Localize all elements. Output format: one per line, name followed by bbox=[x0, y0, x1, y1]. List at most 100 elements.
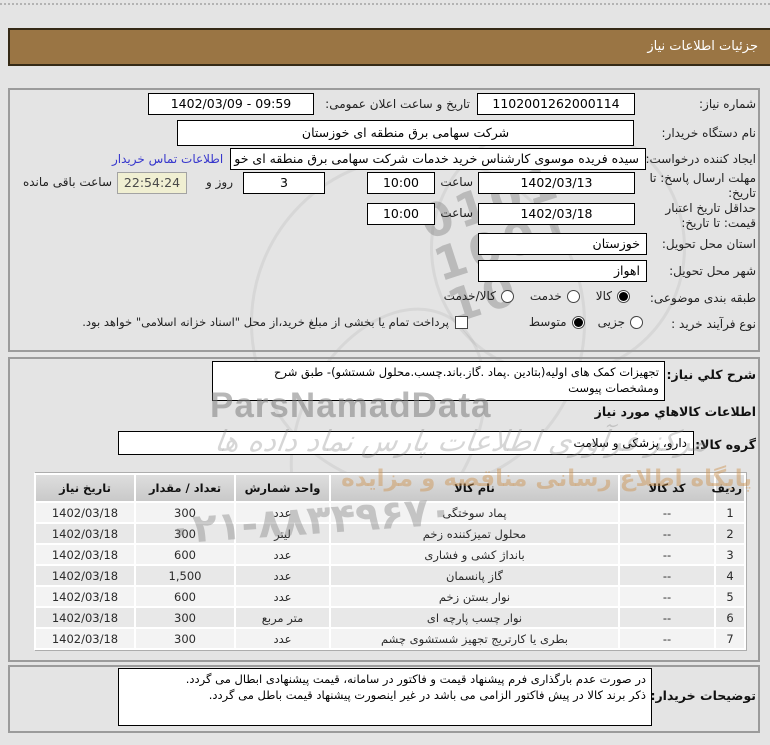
buyer-note-line: ذکر برند کالا در پیش فاکتور الزامی می با… bbox=[208, 688, 646, 702]
radio-option-medium[interactable]: متوسط bbox=[529, 315, 585, 329]
col-header-item-name: نام کالا bbox=[329, 473, 620, 503]
buyer-note-line: در صورت عدم بارگذاری فرم پیشنهاد قیمت و … bbox=[185, 672, 646, 686]
cell-name: نوار چسب پارچه ای bbox=[329, 606, 620, 629]
subject-classification-options: کالا خدمت کالا/خدمت bbox=[444, 289, 630, 303]
cell-name: نوار بستن زخم bbox=[329, 585, 620, 608]
radio-service-label: خدمت bbox=[529, 289, 562, 303]
page-top-divider bbox=[0, 3, 770, 5]
cell-date: 1402/03/18 bbox=[34, 627, 136, 650]
requester-field[interactable]: سیده فریده موسوی کارشناس خرید خدمات شرکت… bbox=[230, 148, 646, 170]
cell-code: -- bbox=[618, 585, 716, 608]
remaining-time-box: 22:54:24 bbox=[117, 172, 187, 194]
cell-qty: 300 bbox=[134, 522, 236, 545]
goods-table-header-row: ردیف کد کالا نام کالا واحد شمارش تعداد /… bbox=[34, 473, 746, 503]
cell-name: بطری یا کارتریج تجهیز شستشوی چشم bbox=[329, 627, 620, 650]
table-row: 1 -- پماد سوختگی عدد 300 1402/03/18 bbox=[34, 501, 746, 524]
cell-row: 7 bbox=[714, 627, 746, 650]
radio-service-icon[interactable] bbox=[566, 289, 580, 303]
treasury-checkbox-label: پرداخت تمام یا بخشی از مبلغ خرید،از محل … bbox=[82, 315, 449, 329]
cell-date: 1402/03/18 bbox=[34, 564, 136, 587]
cell-unit: لیتر bbox=[234, 522, 331, 545]
radio-goods-icon[interactable] bbox=[617, 289, 630, 303]
buyer-notes-label: توضیحات خریدار: bbox=[650, 688, 756, 703]
cell-code: -- bbox=[618, 522, 716, 545]
cell-qty: 600 bbox=[134, 543, 236, 566]
cell-qty: 600 bbox=[134, 585, 236, 608]
delivery-city-field[interactable]: اهواز bbox=[478, 260, 647, 282]
remaining-days-field[interactable]: 3 bbox=[243, 172, 325, 194]
buyer-org-label: نام دستگاه خریدار: bbox=[661, 126, 757, 140]
need-description-label: شرح کلي نیاز: bbox=[666, 367, 756, 382]
cell-qty: 300 bbox=[134, 627, 236, 650]
price-validity-time-field[interactable]: 10:00 bbox=[367, 203, 435, 225]
page-title: جزئیات اطلاعات نیاز bbox=[8, 28, 770, 66]
cell-date: 1402/03/18 bbox=[34, 501, 136, 524]
days-and-label: روز و bbox=[206, 175, 233, 189]
cell-unit: عدد bbox=[234, 627, 331, 650]
buyer-notes-textarea[interactable]: در صورت عدم بارگذاری فرم پیشنهاد قیمت و … bbox=[118, 668, 652, 726]
radio-option-minor[interactable]: جزیی bbox=[598, 315, 643, 329]
buyer-org-field[interactable]: شرکت سهامی برق منطقه ای خوزستان bbox=[177, 120, 634, 146]
col-header-item-code: کد کالا bbox=[618, 473, 716, 503]
delivery-province-label: استان محل تحویل: bbox=[661, 237, 756, 251]
cell-date: 1402/03/18 bbox=[34, 606, 136, 629]
reply-deadline-date-field[interactable]: 1402/03/13 bbox=[478, 172, 635, 194]
cell-unit: متر مربع bbox=[234, 606, 331, 629]
radio-option-goods[interactable]: کالا bbox=[596, 289, 630, 303]
treasury-checkbox[interactable] bbox=[455, 315, 468, 329]
goods-section-heading: اطلاعات کالاهاي مورد نیاز bbox=[594, 404, 756, 419]
cell-qty: 1,500 bbox=[134, 564, 236, 587]
radio-goods-label: کالا bbox=[595, 289, 612, 303]
delivery-city-label: شهر محل تحویل: bbox=[669, 264, 756, 278]
radio-option-goods-service[interactable]: کالا/خدمت bbox=[444, 289, 514, 303]
table-row: 7 -- بطری یا کارتریج تجهیز شستشوی چشم عدد 30… bbox=[34, 627, 746, 650]
cell-date: 1402/03/18 bbox=[34, 522, 136, 545]
cell-qty: 300 bbox=[134, 501, 236, 524]
radio-option-service[interactable]: خدمت bbox=[530, 289, 580, 303]
purchase-process-label: نوع فرآیند خرید : bbox=[671, 317, 756, 331]
cell-row: 6 bbox=[714, 606, 746, 629]
delivery-province-field[interactable]: خوزستان bbox=[478, 233, 647, 255]
need-number-field[interactable]: 1102001262000114 bbox=[477, 93, 635, 115]
radio-goods-service-icon[interactable] bbox=[500, 289, 514, 303]
cell-unit: عدد bbox=[234, 543, 331, 566]
price-validity-label: حداقل تاریخ اعتبار قیمت: تا تاریخ: bbox=[665, 201, 756, 230]
treasury-payment-option: پرداخت تمام یا بخشی از مبلغ خرید،از محل … bbox=[82, 315, 468, 329]
need-description-textarea[interactable]: تجهیزات کمک های اولیه(بتادین .پماد .گاز.… bbox=[212, 361, 665, 401]
radio-medium-icon[interactable] bbox=[571, 315, 585, 329]
need-number-label: شماره نیاز: bbox=[699, 97, 756, 111]
announce-datetime-field[interactable]: 1402/03/09 - 09:59 bbox=[148, 93, 314, 115]
cell-qty: 300 bbox=[134, 606, 236, 629]
goods-table-body: 1 -- پماد سوختگی عدد 300 1402/03/18 2 -- محلول ت… bbox=[34, 501, 746, 650]
cell-name: محلول تمیزکننده زخم bbox=[329, 522, 620, 545]
requester-label: ایجاد کننده درخواست: bbox=[645, 152, 756, 166]
radio-minor-icon[interactable] bbox=[630, 315, 643, 329]
table-row: 3 -- بانداژ کشی و فشاری عدد 600 1402/03/18 bbox=[34, 543, 746, 566]
cell-code: -- bbox=[618, 606, 716, 629]
subject-classification-label: طبقه بندی موضوعی: bbox=[649, 291, 756, 305]
cell-row: 2 bbox=[714, 522, 746, 545]
table-row: 6 -- نوار چسب پارچه ای متر مربع 300 1402/03/1… bbox=[34, 606, 746, 629]
goods-group-field[interactable]: دارو، پزشکی و سلامت bbox=[118, 431, 694, 455]
hours-remaining-label: ساعت باقی مانده bbox=[22, 175, 112, 189]
price-validity-date-field[interactable]: 1402/03/18 bbox=[478, 203, 635, 225]
goods-table: ردیف کد کالا نام کالا واحد شمارش تعداد /… bbox=[34, 472, 747, 651]
cell-code: -- bbox=[618, 501, 716, 524]
cell-row: 3 bbox=[714, 543, 746, 566]
table-row: 5 -- نوار بستن زخم عدد 600 1402/03/18 bbox=[34, 585, 746, 608]
cell-row: 4 bbox=[714, 564, 746, 587]
purchase-process-options: جزیی متوسط bbox=[529, 315, 643, 329]
radio-medium-label: متوسط bbox=[528, 315, 567, 329]
col-header-row-number: ردیف bbox=[711, 473, 746, 503]
cell-row: 5 bbox=[714, 585, 746, 608]
cell-row: 1 bbox=[714, 501, 746, 524]
cell-code: -- bbox=[618, 543, 716, 566]
cell-unit: عدد bbox=[234, 585, 331, 608]
cell-name: بانداژ کشی و فشاری bbox=[329, 543, 620, 566]
table-row: 4 -- گاز پانسمان عدد 1,500 1402/03/18 bbox=[34, 564, 746, 587]
reply-deadline-hour-label: ساعت bbox=[440, 175, 473, 189]
cell-code: -- bbox=[618, 627, 716, 650]
buyer-contact-link[interactable]: اطلاعات تماس خریدار bbox=[112, 152, 223, 166]
reply-deadline-time-field[interactable]: 10:00 bbox=[367, 172, 435, 194]
price-validity-hour-label: ساعت bbox=[440, 206, 473, 220]
